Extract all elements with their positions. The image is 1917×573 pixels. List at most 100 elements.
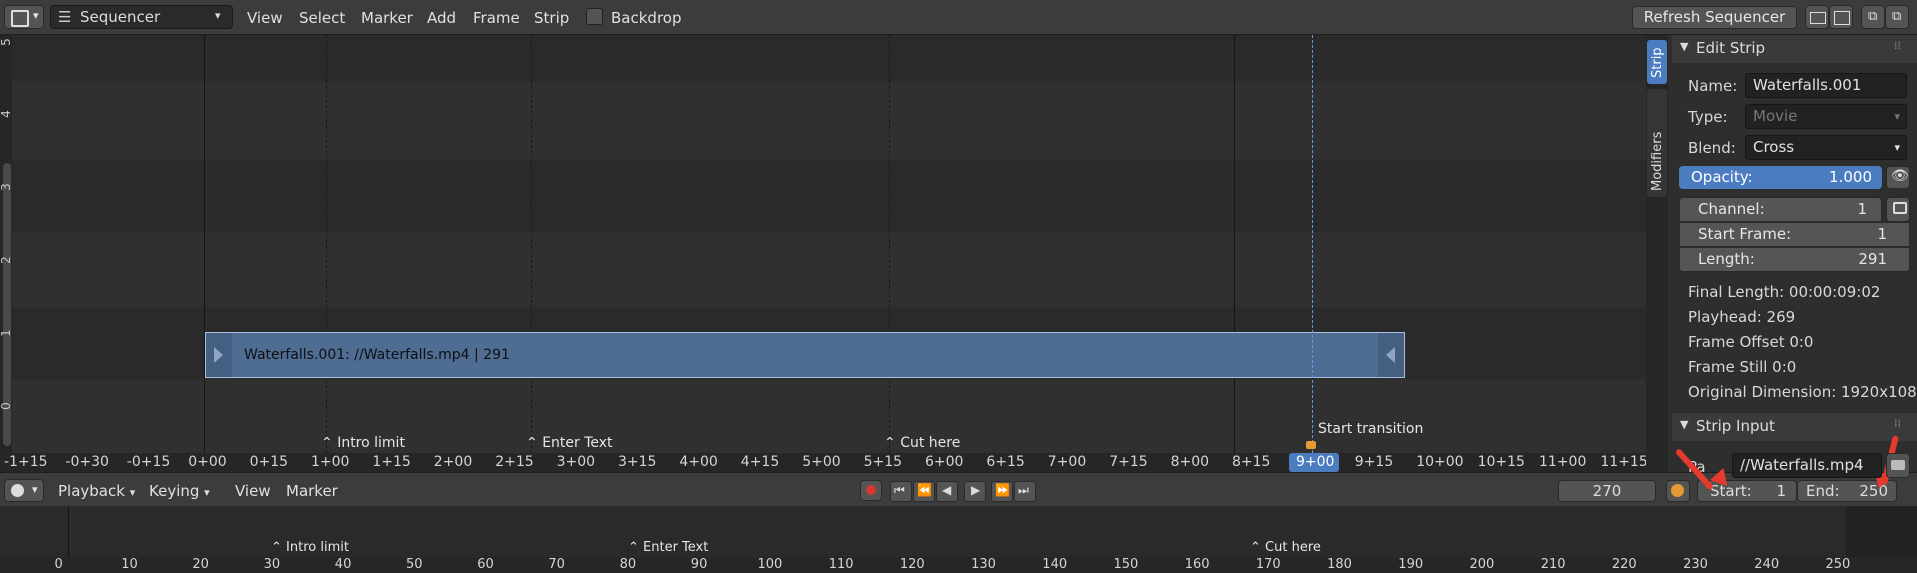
menu-strip[interactable]: Strip — [534, 9, 569, 27]
tab-modifiers[interactable]: Modifiers — [1647, 89, 1667, 197]
copy-icon: ⧉ — [1868, 9, 1878, 24]
marker-label: Enter Text — [542, 435, 613, 451]
timeline-canvas[interactable]: ⌃ Intro limit ⌃ Enter Text ⌃ Cut here — [0, 506, 1917, 557]
timeline-editor-type-button[interactable]: ▾ — [4, 479, 44, 502]
marker-label: Intro limit — [337, 435, 405, 451]
time-tick-label: -0+30 — [65, 454, 109, 470]
playback-label: Playback — [58, 482, 125, 500]
time-tick-label: 0+00 — [188, 454, 227, 470]
editor-type-button[interactable]: ▾ — [4, 5, 44, 29]
eye-icon: 👁 — [1891, 168, 1909, 184]
jump-end-button[interactable]: ⏭ — [1014, 481, 1036, 502]
menu-marker[interactable]: Marker — [361, 9, 413, 27]
jump-start-button[interactable]: ⏮ — [890, 481, 912, 502]
name-input[interactable]: Waterfalls.001 — [1745, 73, 1907, 98]
play-reverse-button[interactable]: ◀ — [936, 481, 958, 502]
strip-input-header[interactable]: ▼ Strip Input ⁞⁞ — [1672, 413, 1917, 441]
marker-line — [531, 35, 532, 453]
length-field[interactable]: Length: 291 — [1679, 247, 1910, 272]
copy-button[interactable]: ⧉ — [1861, 5, 1885, 29]
render-image-button[interactable] — [1805, 5, 1829, 29]
play-button[interactable]: ▶ — [964, 481, 986, 502]
time-tick-label: 6+15 — [986, 454, 1025, 470]
channel-field[interactable]: Channel: 1 — [1679, 197, 1882, 222]
next-keyframe-icon: ⏩ — [995, 483, 1010, 497]
refresh-sequencer-button[interactable]: Refresh Sequencer — [1632, 6, 1797, 29]
chevron-down-icon: ▾ — [215, 9, 221, 22]
menu-select[interactable]: Select — [299, 9, 345, 27]
paste-button[interactable]: ⧉ — [1885, 5, 1909, 29]
time-tick-label: 1+00 — [311, 454, 350, 470]
film-icon — [1834, 11, 1850, 25]
opacity-value: 1.000 — [1829, 168, 1872, 186]
lock-toggle[interactable] — [1886, 197, 1910, 222]
type-dropdown[interactable]: Movie ▾ — [1745, 104, 1907, 129]
marker-intro-limit[interactable]: ⌃ Intro limit — [321, 435, 405, 451]
disclosure-triangle-icon: ▼ — [1680, 40, 1689, 53]
tab-strip[interactable]: Strip — [1647, 40, 1667, 84]
prev-keyframe-button[interactable]: ⏪ — [913, 481, 935, 502]
timeline-marker-cut[interactable]: ⌃ Cut here — [1250, 540, 1321, 555]
editor-mode-dropdown[interactable]: ☰ Sequencer ▾ — [50, 5, 233, 29]
backdrop-label: Backdrop — [611, 9, 682, 27]
frame-tick-label: 250 — [1825, 557, 1851, 572]
file-browse-button[interactable] — [1886, 453, 1910, 478]
record-icon — [866, 485, 876, 495]
drag-grip-icon[interactable]: ⁞⁞ — [1894, 417, 1901, 430]
edit-strip-header[interactable]: ▼ Edit Strip ⁞⁞ — [1672, 35, 1917, 63]
timeline-menu-view[interactable]: View — [235, 482, 271, 500]
path-input[interactable]: //Waterfalls.mp4 — [1732, 453, 1882, 478]
time-tick-label: 10+15 — [1477, 454, 1525, 470]
frame-tick-label: 50 — [406, 557, 423, 572]
disclosure-triangle-icon: ▼ — [1680, 418, 1689, 431]
tab-strip-label: Strip — [1650, 47, 1665, 78]
editor-mode-label: Sequencer — [80, 8, 161, 26]
channel-value: 1 — [1857, 200, 1867, 218]
marker-enter-text[interactable]: ⌃ Enter Text — [526, 435, 613, 451]
preview-range-toggle[interactable] — [1666, 480, 1690, 502]
menu-view[interactable]: View — [247, 9, 283, 27]
opacity-slider[interactable]: Opacity: 1.000 — [1679, 166, 1882, 189]
mute-toggle[interactable]: 👁 — [1886, 166, 1910, 189]
chevron-down-icon: ▾ — [1894, 141, 1900, 154]
original-dimension-text: Original Dimension: 1920x1080 — [1688, 383, 1917, 401]
record-button[interactable] — [860, 480, 882, 501]
marker-line — [326, 35, 327, 453]
render-animation-button[interactable] — [1829, 5, 1853, 29]
backdrop-checkbox[interactable] — [586, 8, 603, 25]
handle-arrow-icon — [1386, 347, 1395, 363]
strip-left-handle[interactable] — [206, 333, 232, 377]
strip-right-handle[interactable] — [1378, 333, 1404, 377]
time-tick-label: 8+15 — [1232, 454, 1271, 470]
marker-cut-here[interactable]: ⌃ Cut here — [884, 435, 960, 451]
timeline-marker-intro[interactable]: ⌃ Intro limit — [271, 540, 349, 555]
marker-start-transition[interactable]: Start transition — [1318, 421, 1423, 437]
strip-input-title: Strip Input — [1696, 417, 1775, 435]
current-frame-field[interactable]: 270 — [1558, 480, 1656, 502]
blend-dropdown[interactable]: Cross ▾ — [1745, 135, 1907, 160]
movie-strip[interactable]: Waterfalls.001: //Waterfalls.mp4 | 291 — [205, 332, 1405, 378]
frame-tick-label: 230 — [1683, 557, 1708, 572]
start-frame-field[interactable]: Start Frame: 1 — [1679, 222, 1910, 247]
playback-menu[interactable]: Playback ▾ — [58, 482, 135, 500]
camera-icon — [1810, 12, 1826, 24]
next-keyframe-button[interactable]: ⏩ — [991, 481, 1013, 502]
sequencer-header: ▾ ☰ Sequencer ▾ View Select Marker Add F… — [0, 0, 1917, 35]
drag-grip-icon[interactable]: ⁞⁞ — [1894, 39, 1901, 52]
paste-icon: ⧉ — [1892, 9, 1902, 24]
frame-tick-label: 150 — [1113, 557, 1139, 572]
channel-label: Channel: — [1698, 200, 1765, 218]
chevron-down-icon: ▾ — [1894, 110, 1900, 123]
menu-add[interactable]: Add — [427, 9, 456, 27]
timeline-menu-marker[interactable]: Marker — [286, 482, 338, 500]
time-tick-label: 5+15 — [863, 454, 903, 470]
range-start-line — [68, 506, 69, 557]
keying-menu[interactable]: Keying ▾ — [149, 482, 210, 500]
time-tick-label: 11+15 — [1600, 454, 1648, 470]
sequencer-canvas[interactable]: Waterfalls.001: //Waterfalls.mp4 | 291 ⌃… — [12, 35, 1646, 453]
menu-frame[interactable]: Frame — [473, 9, 520, 27]
time-tick-label: 6+00 — [925, 454, 964, 470]
keying-label: Keying — [149, 482, 200, 500]
timeline-marker-enter[interactable]: ⌃ Enter Text — [628, 540, 708, 555]
type-label: Type: — [1688, 108, 1728, 126]
